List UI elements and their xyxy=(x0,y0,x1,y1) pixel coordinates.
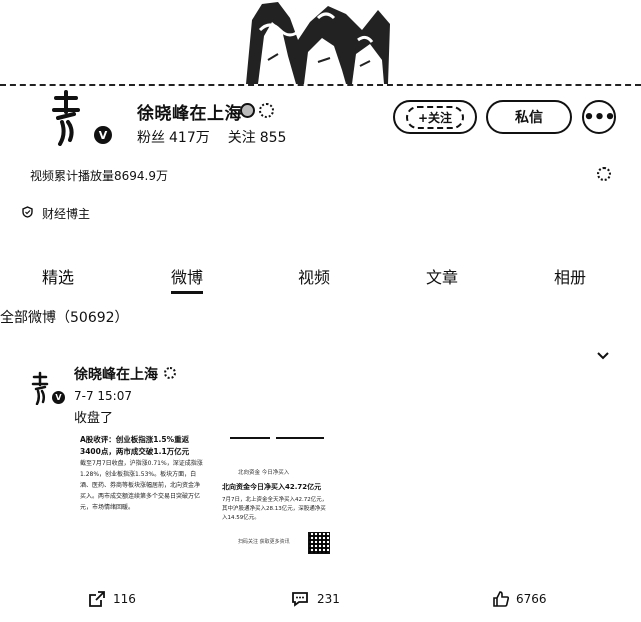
verified-badge-icon: V xyxy=(94,126,112,144)
shield-icon xyxy=(22,206,33,221)
message-button[interactable]: 私信 xyxy=(486,100,572,134)
tab-album[interactable]: 相册 xyxy=(554,264,586,288)
all-posts-count[interactable]: 全部微博（50692） xyxy=(0,307,129,327)
post-author[interactable]: 徐晓峰在上海 xyxy=(74,364,158,384)
profile-stats: 粉丝 417万 关注 855 xyxy=(137,127,290,147)
image2-rule xyxy=(276,437,324,439)
follow-button[interactable]: +关注 xyxy=(393,100,477,134)
tab-weibo[interactable]: 微博 xyxy=(171,264,203,288)
comment-count[interactable]: 231 xyxy=(317,592,340,606)
thumbs-up-icon[interactable] xyxy=(492,590,510,608)
image2-caption: 北向资金 今日净买入 xyxy=(238,470,290,476)
tab-featured[interactable]: 精选 xyxy=(42,264,74,288)
image2-body: 7月7日，北上资金全天净买入42.72亿元，其中沪股通净买入28.13亿元，深股… xyxy=(222,497,328,521)
qr-code-icon xyxy=(308,532,330,554)
more-button[interactable]: ••• xyxy=(582,100,616,134)
like-count[interactable]: 6766 xyxy=(516,592,547,606)
post-avatar[interactable] xyxy=(30,371,50,406)
image1-body: 截至7月7日收盘，沪指涨0.71%，深证成指涨1.28%，创业板指涨1.53%。… xyxy=(80,460,203,511)
comment-icon[interactable] xyxy=(291,590,309,608)
followers-label: 粉丝 xyxy=(137,130,165,146)
image1-title: A股收评：创业板指涨1.5%重返3400点，两市成交破1.1万亿元 xyxy=(80,435,190,456)
image2-headline: 北向资金今日净买入42.72亿元 xyxy=(222,483,322,491)
active-tab-indicator xyxy=(171,291,203,294)
following-count[interactable]: 855 xyxy=(260,130,287,146)
share-count[interactable]: 116 xyxy=(113,592,136,606)
profile-name: 徐晓峰在上海 xyxy=(137,104,242,124)
member-badge-icon xyxy=(259,103,274,118)
divider xyxy=(0,84,641,86)
image2-footer: 扫码关注 获取更多资讯 xyxy=(238,539,290,545)
video-play-count: 视频累计播放量8694.9万 xyxy=(30,169,168,183)
followers-count[interactable]: 417万 xyxy=(169,130,210,146)
level-badge-icon xyxy=(240,103,255,118)
tab-articles[interactable]: 文章 xyxy=(426,264,458,288)
post-image-2[interactable]: 北向资金 今日净买入 北向资金今日净买入42.72亿元 7月7日，北上资金全天净… xyxy=(214,434,336,574)
cover-image xyxy=(238,0,398,84)
profile-tag: 财经博主 xyxy=(42,207,91,221)
post-time[interactable]: 7-7 15:07 xyxy=(74,389,132,403)
tab-video[interactable]: 视频 xyxy=(298,264,330,288)
avatar[interactable] xyxy=(48,88,84,146)
image2-rule xyxy=(230,437,270,439)
post-verified-badge-icon: V xyxy=(52,391,65,404)
chevron-down-icon[interactable] xyxy=(597,348,609,364)
post-text: 收盘了 xyxy=(74,411,114,426)
following-label: 关注 xyxy=(227,130,256,146)
post-member-badge-icon xyxy=(164,367,176,379)
post-image-1[interactable]: A股收评：创业板指涨1.5%重返3400点，两市成交破1.1万亿元 截至7月7日… xyxy=(80,434,204,574)
follow-button-label: +关注 xyxy=(405,105,465,129)
share-icon[interactable] xyxy=(88,590,106,608)
refresh-icon[interactable] xyxy=(597,167,611,181)
